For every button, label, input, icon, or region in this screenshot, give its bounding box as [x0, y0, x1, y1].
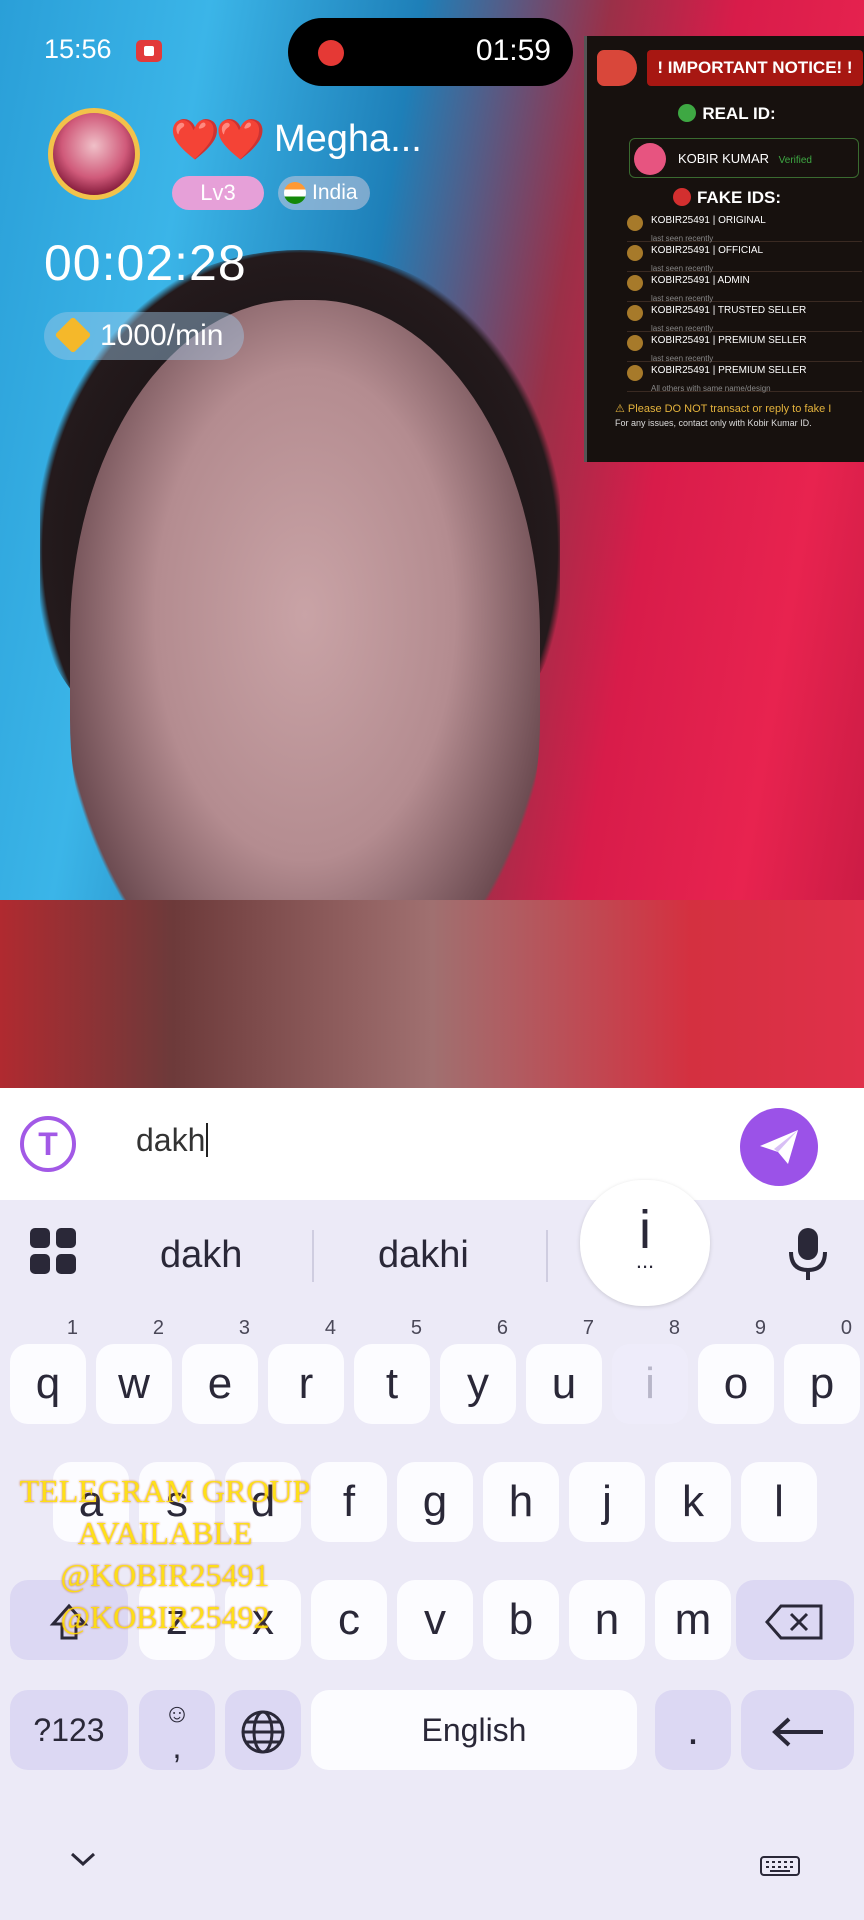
india-flag-icon — [284, 182, 306, 204]
notice-title: ! IMPORTANT NOTICE! ! — [647, 50, 863, 86]
backspace-icon — [765, 1604, 823, 1640]
apps-grid-icon[interactable] — [30, 1228, 78, 1276]
real-id-heading: REAL ID: — [587, 104, 864, 124]
keyboard-switch-icon[interactable] — [760, 1856, 800, 1876]
key-y[interactable]: 6y — [440, 1318, 516, 1424]
symbols-key[interactable]: ?123 — [10, 1690, 128, 1770]
check-icon — [678, 104, 697, 122]
key-i[interactable]: 8i — [612, 1318, 688, 1424]
fake-ids-heading: FAKE IDS: — [587, 188, 864, 208]
fake-id-item: KOBIR25491 | TRUSTED SELLER last seen rec… — [627, 302, 862, 333]
key-t[interactable]: 5t — [354, 1318, 430, 1424]
fake-id-item: KOBIR25491 | ADMIN last seen recently — [627, 272, 862, 303]
message-bar: T dakh — [0, 1088, 864, 1200]
host-avatar[interactable] — [48, 108, 140, 200]
recording-time: 01:59 — [475, 34, 551, 67]
country-label: India — [312, 181, 358, 204]
key-e[interactable]: 3e — [182, 1318, 258, 1424]
enter-icon — [771, 1717, 823, 1747]
enter-key[interactable] — [741, 1690, 854, 1770]
megaphone-icon — [597, 50, 637, 86]
send-button[interactable] — [740, 1108, 818, 1186]
key-h[interactable]: h — [483, 1462, 559, 1542]
key-o[interactable]: 9o — [698, 1318, 774, 1424]
key-j[interactable]: j — [569, 1462, 645, 1542]
microphone-icon[interactable] — [786, 1228, 830, 1280]
diamond-icon — [54, 316, 92, 354]
rate-pill: 1000/min — [44, 312, 244, 360]
level-badge: Lv3 — [172, 176, 264, 210]
host-name[interactable]: Megha... — [274, 118, 422, 161]
telegram-watermark: TELEGRAM GROUP AVAILABLE @KOBIR25491 @KO… — [19, 1473, 311, 1635]
fake-id-item: KOBIR25491 | PREMIUM SELLER last seen rec… — [627, 332, 862, 363]
emoji-icon: ☺ — [163, 1698, 191, 1728]
real-id-row: KOBIR KUMAR Verified — [629, 138, 859, 178]
message-input[interactable]: dakh — [136, 1122, 208, 1159]
key-g[interactable]: g — [397, 1462, 473, 1542]
notice-footer: ⚠ Please DO NOT transact or reply to fak… — [615, 403, 832, 428]
key-u[interactable]: 7u — [526, 1318, 602, 1424]
recording-pill[interactable]: 01:59 — [288, 18, 573, 86]
country-badge: India — [278, 176, 370, 210]
key-q[interactable]: 1q — [10, 1318, 86, 1424]
real-id-avatar — [634, 143, 666, 175]
send-icon — [760, 1130, 798, 1164]
key-w[interactable]: 2w — [96, 1318, 172, 1424]
suggestion-divider — [312, 1230, 314, 1282]
suggestion-1[interactable]: dakh — [160, 1234, 242, 1277]
video-body — [0, 900, 864, 1088]
key-l[interactable]: l — [741, 1462, 817, 1542]
fake-id-list: KOBIR25491 | ORIGINAL last seen recently … — [627, 212, 862, 393]
suggestion-divider — [546, 1230, 548, 1282]
screen-record-icon — [136, 40, 162, 62]
verified-badge: Verified — [778, 155, 812, 166]
key-v[interactable]: v — [397, 1580, 473, 1660]
key-p[interactable]: 0p — [784, 1318, 860, 1424]
key-k[interactable]: k — [655, 1462, 731, 1542]
key-preview-popup: i... — [580, 1180, 710, 1306]
status-time: 15:56 — [44, 34, 112, 64]
video-face — [70, 300, 540, 1000]
hearts-icon: ❤️❤️ — [170, 118, 266, 162]
translate-icon[interactable]: T — [20, 1116, 76, 1172]
emoji-comma-key[interactable]: ☺ , — [139, 1690, 215, 1770]
important-notice-panel: ! IMPORTANT NOTICE! ! REAL ID: KOBIR KUM… — [584, 36, 864, 462]
language-key[interactable] — [225, 1690, 301, 1770]
suggestion-2[interactable]: dakhi — [378, 1234, 469, 1277]
backspace-key[interactable] — [736, 1580, 854, 1660]
fake-id-item: KOBIR25491 | ORIGINAL last seen recently — [627, 212, 862, 243]
space-key[interactable]: English — [311, 1690, 637, 1770]
call-duration: 00:02:28 — [44, 235, 247, 291]
globe-icon — [241, 1710, 285, 1754]
record-dot-icon — [318, 40, 344, 66]
key-b[interactable]: b — [483, 1580, 559, 1660]
key-n[interactable]: n — [569, 1580, 645, 1660]
rate-label: 1000/min — [100, 319, 224, 352]
x-icon — [672, 188, 691, 206]
key-m[interactable]: m — [655, 1580, 731, 1660]
key-r[interactable]: 4r — [268, 1318, 344, 1424]
period-key[interactable]: . — [655, 1690, 731, 1770]
fake-id-item: KOBIR25491 | PREMIUM SELLER All others wi… — [627, 362, 862, 393]
fake-id-item: KOBIR25491 | OFFICIAL last seen recently — [627, 242, 862, 273]
hide-keyboard-icon[interactable] — [70, 1852, 96, 1866]
